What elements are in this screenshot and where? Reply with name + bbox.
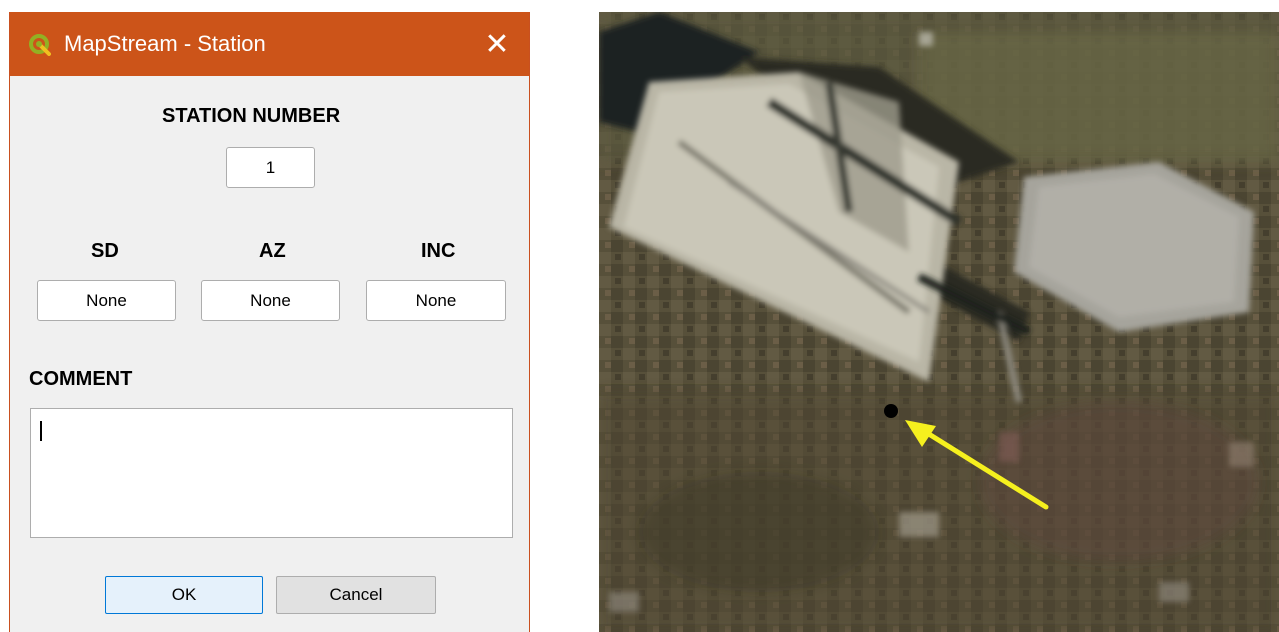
text-caret xyxy=(40,421,42,441)
inc-field[interactable]: None xyxy=(366,280,506,321)
station-point-marker[interactable] xyxy=(884,404,898,418)
station-number-label: STATION NUMBER xyxy=(162,105,341,127)
inc-label: INC xyxy=(421,240,456,262)
qgis-logo-icon xyxy=(29,34,51,56)
az-label: AZ xyxy=(259,240,286,262)
station-number-field[interactable]: 1 xyxy=(226,147,315,188)
sd-label: SD xyxy=(91,240,119,262)
az-field[interactable]: None xyxy=(201,280,340,321)
close-glyph: ✕ xyxy=(484,27,510,61)
comment-label: COMMENT xyxy=(29,368,133,390)
close-icon[interactable]: ✕ xyxy=(465,12,529,76)
aerial-image xyxy=(599,12,1279,632)
window-title: MapStream - Station xyxy=(64,31,266,56)
screenshot-canvas: MapStream - Station ✕ STATION NUMBER 1 S… xyxy=(0,0,1279,632)
station-dialog: MapStream - Station ✕ STATION NUMBER 1 S… xyxy=(9,12,530,632)
title-bar[interactable]: MapStream - Station ✕ xyxy=(10,12,529,76)
ok-button[interactable]: OK xyxy=(105,576,263,614)
cancel-button[interactable]: Cancel xyxy=(276,576,436,614)
comment-textarea[interactable] xyxy=(30,408,513,538)
aerial-map-view[interactable] xyxy=(599,12,1279,632)
sd-field[interactable]: None xyxy=(37,280,176,321)
